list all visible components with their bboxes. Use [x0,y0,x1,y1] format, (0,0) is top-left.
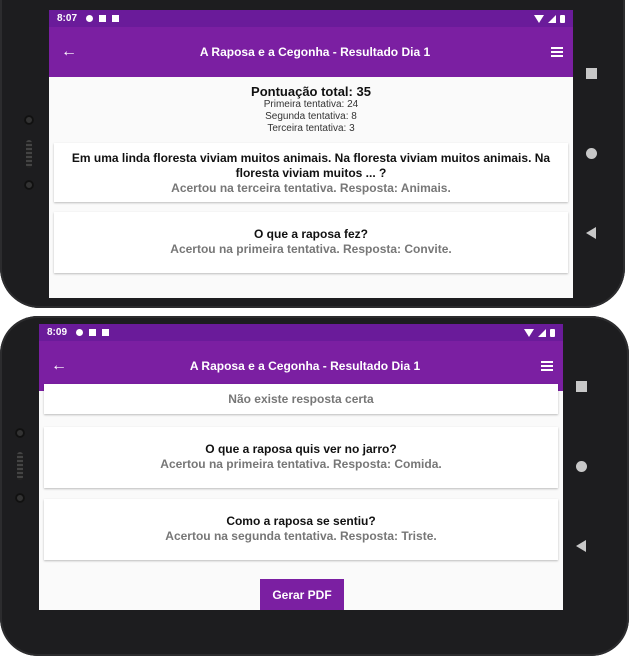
circle-nav-icon[interactable] [586,148,597,159]
status-bar: 8:07 [49,10,573,27]
menu-icon[interactable] [541,47,573,57]
speaker-grille [26,140,32,168]
sensor-icon [15,493,25,503]
battery-icon [560,14,565,23]
triangle-nav-icon[interactable] [586,227,596,239]
status-time: 8:09 [47,327,68,338]
square-nav-icon[interactable] [586,68,597,79]
triangle-nav-icon[interactable] [576,540,586,552]
app-screen-top: 8:07 ← A Raposa e a Cegonha - Resultado … [49,10,573,298]
question-text: O que a raposa fez? [253,227,369,241]
app-screen-bottom: 8:09 ← A Raposa e a Cegonha - Resultado … [39,324,563,610]
settings-icon [86,15,94,22]
menu-icon[interactable] [531,361,563,371]
question-text: Em uma linda floresta viviam muitos anim… [71,151,551,180]
wifi-icon [534,14,544,23]
question-text: O que a raposa quis ver no jarro? [205,442,397,456]
notification-icon [99,15,107,22]
page-title: A Raposa e a Cegonha - Resultado Dia 1 [189,359,421,373]
front-camera-icon [24,115,34,125]
settings-icon [76,329,84,336]
notification-icon [89,329,97,336]
score-third-attempt: Terceira tentativa: 3 [267,123,355,134]
results-list[interactable]: Pontuação total: 35 Primeira tentativa: … [49,77,573,298]
answer-text: Acertou na terceira tentativa. Resposta:… [171,181,451,195]
answer-text: Não existe resposta certa [228,392,374,406]
signal-icon [538,328,546,337]
result-card: Como a raposa se sentiu? Acertou na segu… [44,499,558,560]
sensor-icon [24,180,34,190]
circle-nav-icon[interactable] [576,461,587,472]
result-card: O que a raposa fez? Acertou na primeira … [54,212,568,273]
signal-icon [548,14,556,23]
result-card: O que a raposa quis ver no jarro? Acerto… [44,427,558,488]
back-arrow-icon[interactable]: ← [39,357,79,375]
generate-pdf-button[interactable]: Gerar PDF [260,579,344,610]
sd-card-icon [102,329,110,336]
score-summary: Pontuação total: 35 Primeira tentativa: … [49,77,573,143]
app-bar: ← A Raposa e a Cegonha - Resultado Dia 1 [49,27,573,77]
status-time: 8:07 [57,13,78,24]
score-first-attempt: Primeira tentativa: 24 [263,99,359,110]
status-bar: 8:09 [39,324,563,341]
answer-text: Acertou na segunda tentativa. Resposta: … [165,529,437,543]
battery-icon [550,328,555,337]
speaker-grille [17,452,23,480]
page-title: A Raposa e a Cegonha - Resultado Dia 1 [199,45,431,59]
wifi-icon [524,328,534,337]
back-arrow-icon[interactable]: ← [49,43,89,61]
result-card: Em uma linda floresta viviam muitos anim… [54,143,568,202]
front-camera-icon [15,428,25,438]
score-second-attempt: Segunda tentativa: 8 [265,111,357,122]
results-list[interactable]: Não existe resposta certa O que a raposa… [39,384,563,610]
score-total: Pontuação total: 35 [251,84,371,99]
answer-text: Acertou na primeira tentativa. Resposta:… [160,457,442,471]
result-card-partial: Não existe resposta certa [44,384,558,414]
answer-text: Acertou na primeira tentativa. Resposta:… [170,242,452,256]
sd-card-icon [112,15,120,22]
question-text: Como a raposa se sentiu? [226,514,376,528]
square-nav-icon[interactable] [576,381,587,392]
